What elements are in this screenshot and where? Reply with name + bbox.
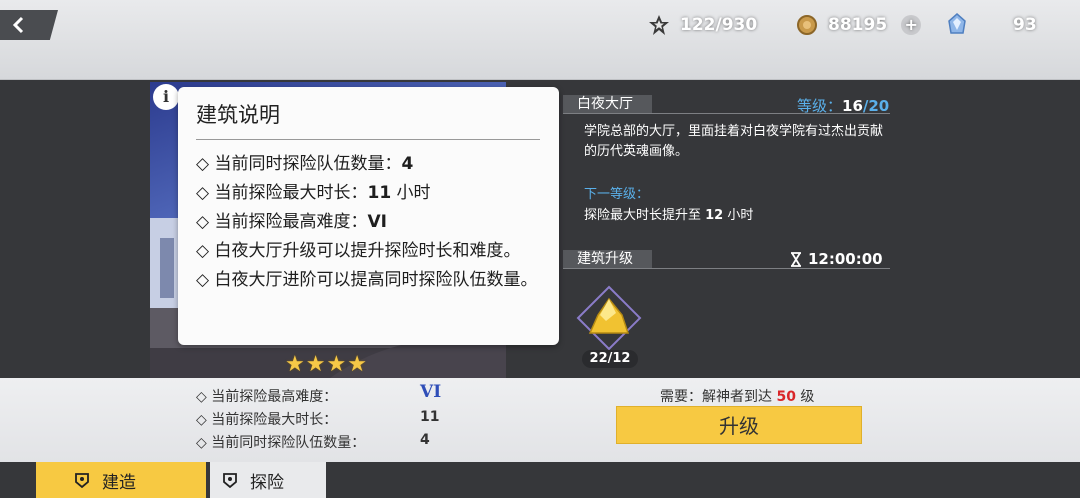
tooltip-line-advance-note: ◇ 白夜大厅进阶可以提高同时探险队伍数量。 [196,270,538,290]
tooltip-line-duration: ◇ 当前探险最大时长：11 小时 [196,183,431,203]
crystal-icon [948,13,966,34]
coins-resource: 88195 + [796,12,922,38]
divider [563,268,890,269]
chevron-left-icon [12,16,24,34]
info-icon[interactable]: i [153,84,179,110]
stat-duration-value: 11 [420,409,440,425]
tab-explore[interactable]: 探险 [210,462,326,498]
building-description: 学院总部的大厅，里面挂着对白夜学院有过杰出贡献的历代英魂画像。 [584,124,884,159]
next-level-title: 下一等级： [584,187,650,202]
building-name-tag: 白夜大厅 [563,95,652,114]
next-level-description: 探险最大时长提升至 12 小时 [584,208,754,223]
stamina-star-icon [649,15,669,35]
crystal-value: 93 [1013,15,1037,35]
gold-ore-icon [576,285,642,351]
upgrade-timer: 12:00:00 [790,250,883,268]
star-icon: ★ [326,352,347,377]
upgrade-button[interactable]: 升级 [616,406,862,444]
explore-shield-icon [223,473,237,488]
tooltip-title: 建筑说明 [196,97,540,140]
crystal-resource: 93 [945,12,1037,38]
upgrade-section-tag: 建筑升级 [563,250,652,269]
stat-difficulty-value: VI [420,382,442,402]
bottom-panel [0,378,1080,462]
star-icon: ★ [305,352,326,377]
stat-difficulty-label: ◇ 当前探险最高难度： [196,389,338,405]
stat-duration-label: ◇ 当前探险最大时长： [196,412,338,428]
gold-material-item[interactable] [576,285,642,351]
material-count: 22/12 [582,350,638,368]
stat-teams-label: ◇ 当前同时探险队伍数量： [196,435,366,451]
back-button[interactable] [0,10,58,40]
tooltip-line-difficulty: ◇ 当前探险最高难度：VI [196,212,387,232]
stat-teams-value: 4 [420,432,430,448]
building-info-tooltip: 建筑说明 ◇ 当前同时探险队伍数量：4 ◇ 当前探险最大时长：11 小时 ◇ 当… [178,87,559,345]
building-level: 等级：16/20 [797,97,890,115]
stamina-resource: 122/930 [648,12,757,38]
coins-value: 88195 [828,15,888,35]
tooltip-line-teams: ◇ 当前同时探险队伍数量：4 [196,154,414,174]
star-rating: ★ ★ ★ ★ [285,352,367,377]
stamina-value: 122/930 [680,15,758,35]
tab-build-label: 建造 [102,472,136,493]
add-coins-button[interactable]: + [901,15,922,35]
tooltip-line-upgrade-note: ◇ 白夜大厅升级可以提升探险时长和难度。 [196,241,521,261]
hourglass-icon [791,251,801,267]
coin-icon [797,15,817,35]
star-icon: ★ [285,352,305,377]
build-shield-icon [75,473,89,488]
upgrade-requirement: 需要：解神者到达 50 级 [660,389,815,405]
tab-build[interactable]: 建造 [36,462,206,498]
tab-explore-label: 探险 [250,472,284,493]
star-icon: ★ [347,352,367,377]
